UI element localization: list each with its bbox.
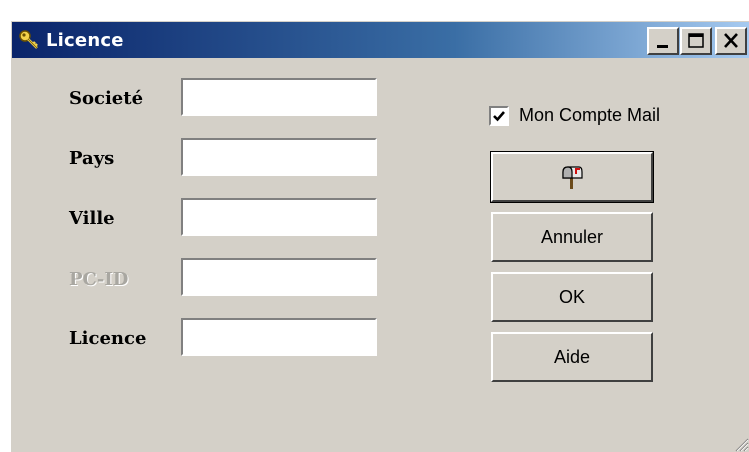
help-button[interactable]: Aide [491, 332, 653, 382]
key-icon [18, 29, 40, 51]
label-licence: Licence [69, 328, 147, 349]
close-button[interactable] [715, 27, 747, 55]
licence-dialog: Licence Societé Pays Ville PC-ID Licence… [10, 20, 749, 452]
mail-account-label: Mon Compte Mail [519, 105, 661, 125]
resize-grip-icon[interactable] [731, 434, 749, 452]
maximize-icon [688, 33, 704, 48]
label-ville: Ville [69, 208, 115, 229]
societe-input[interactable] [181, 78, 377, 116]
mail-account-option[interactable]: Mon Compte Mail [489, 105, 660, 126]
label-societe: Societé [69, 88, 144, 109]
close-icon [724, 33, 738, 48]
mail-account-checkbox[interactable] [489, 105, 509, 126]
mail-button[interactable] [490, 151, 654, 203]
checkmark-icon [493, 110, 505, 121]
maximize-button[interactable] [680, 27, 712, 55]
pc-id-input[interactable] [181, 258, 377, 296]
pays-input[interactable] [181, 138, 377, 176]
minimize-icon [657, 45, 668, 48]
label-pc-id: PC-ID [69, 269, 129, 290]
licence-input[interactable] [181, 318, 377, 356]
window-title: Licence [46, 29, 124, 51]
mailbox-icon [562, 166, 583, 189]
minimize-button[interactable] [647, 27, 679, 55]
ok-button[interactable]: OK [491, 272, 653, 322]
label-pays: Pays [69, 148, 115, 169]
cancel-button[interactable]: Annuler [491, 212, 653, 262]
ville-input[interactable] [181, 198, 377, 236]
title-bar[interactable]: Licence [12, 22, 749, 58]
